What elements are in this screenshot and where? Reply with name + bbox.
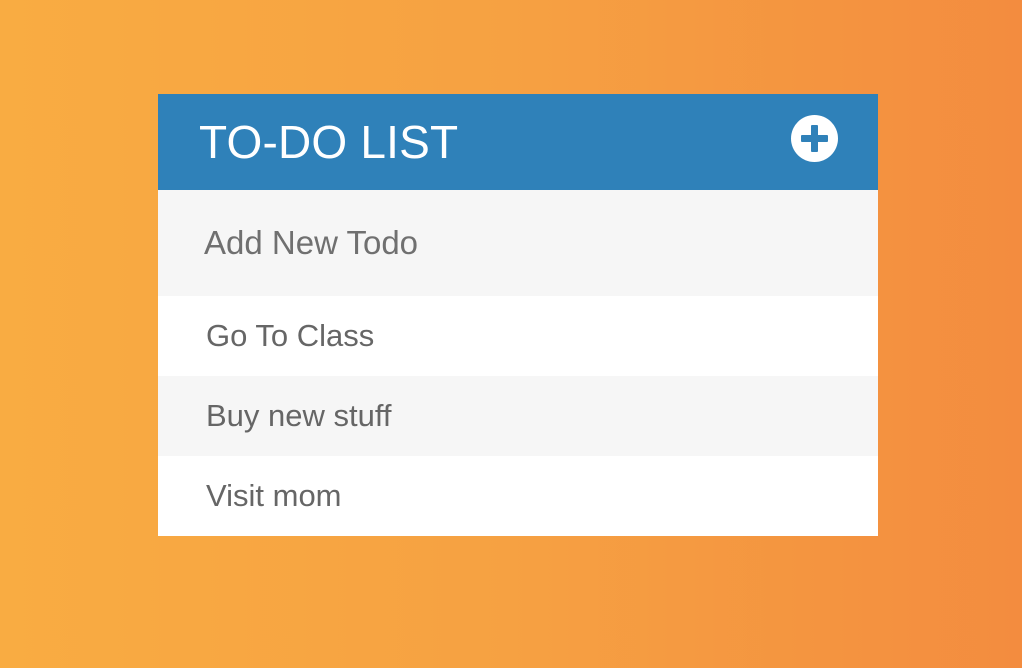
todo-item[interactable]: Buy new stuff bbox=[158, 376, 878, 456]
add-todo-toggle-button[interactable] bbox=[791, 115, 838, 162]
todo-item[interactable]: Visit mom bbox=[158, 456, 878, 536]
page-title: TO-DO LIST bbox=[199, 116, 459, 168]
todo-container: TO-DO LIST Go To Class Buy new stuff Vis… bbox=[158, 94, 878, 536]
todo-header: TO-DO LIST bbox=[158, 94, 878, 190]
plus-circle-icon bbox=[801, 125, 828, 152]
todo-list: Go To Class Buy new stuff Visit mom bbox=[158, 296, 878, 536]
new-todo-input[interactable] bbox=[158, 190, 878, 296]
todo-item[interactable]: Go To Class bbox=[158, 296, 878, 376]
